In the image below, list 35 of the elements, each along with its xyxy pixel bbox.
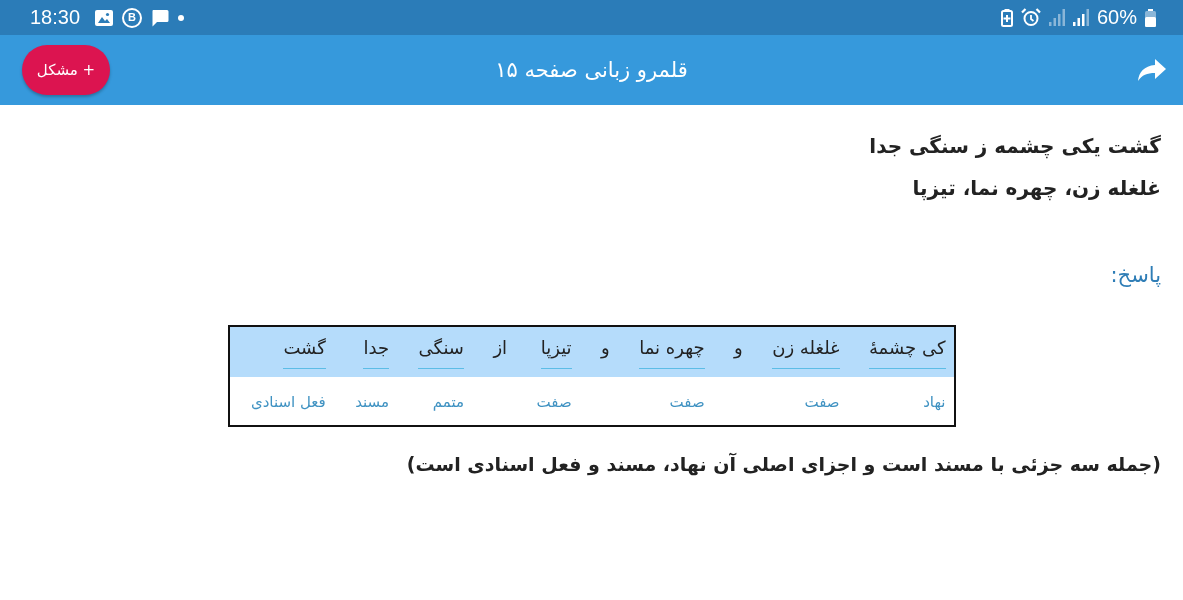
message-icon [151, 8, 170, 27]
table-word: از [493, 336, 508, 360]
answer-heading: پاسخ: [1109, 262, 1161, 289]
table-word: سنگی [418, 336, 464, 369]
poem-line: غلغله زن، چهره نما، تیزپا [911, 175, 1161, 203]
role-label: صفت [804, 392, 840, 411]
table-word: و [734, 336, 743, 361]
role-label: صفت [536, 392, 572, 411]
table-word: کی چشمهٔ [868, 336, 946, 369]
table-word: جدا [363, 336, 390, 369]
report-problem-button[interactable]: + مشکل [22, 45, 110, 95]
signal-icon [1072, 9, 1089, 26]
alarm-clock-icon [1020, 8, 1041, 27]
table-word: چهره نما [639, 336, 705, 369]
battery-plus-icon [1000, 8, 1013, 27]
letter-circle-icon: B [122, 7, 143, 28]
role-label: متمم [432, 392, 464, 411]
share-icon[interactable] [1137, 58, 1167, 82]
role-label: نهاد [923, 392, 946, 411]
image-icon [95, 9, 114, 26]
battery-icon [1145, 8, 1156, 27]
clock-time: 18:30 [30, 6, 81, 29]
battery-percent: 60% [1096, 6, 1137, 29]
dot-icon [178, 14, 185, 21]
role-label: فعل اسنادی [250, 392, 326, 411]
explanation-note: (جمله سه جزئی با مسند است و اجزای اصلی آن نهاد، مسند و فعل اسنادی است) [405, 452, 1161, 478]
role-label: صفت [669, 392, 705, 411]
table-word: گشت [283, 336, 326, 369]
table-word: تیزپا [540, 336, 572, 369]
table-word: غلغله زن [772, 336, 840, 369]
signal-icon [1048, 9, 1065, 26]
poem-line: گشت یکی چشمه ز سنگی جدا [868, 133, 1161, 161]
table-word: و [601, 336, 610, 361]
page-title: قلمرو زبانی صفحه ۱۵ [495, 58, 688, 82]
role-label: مسند [355, 392, 390, 411]
